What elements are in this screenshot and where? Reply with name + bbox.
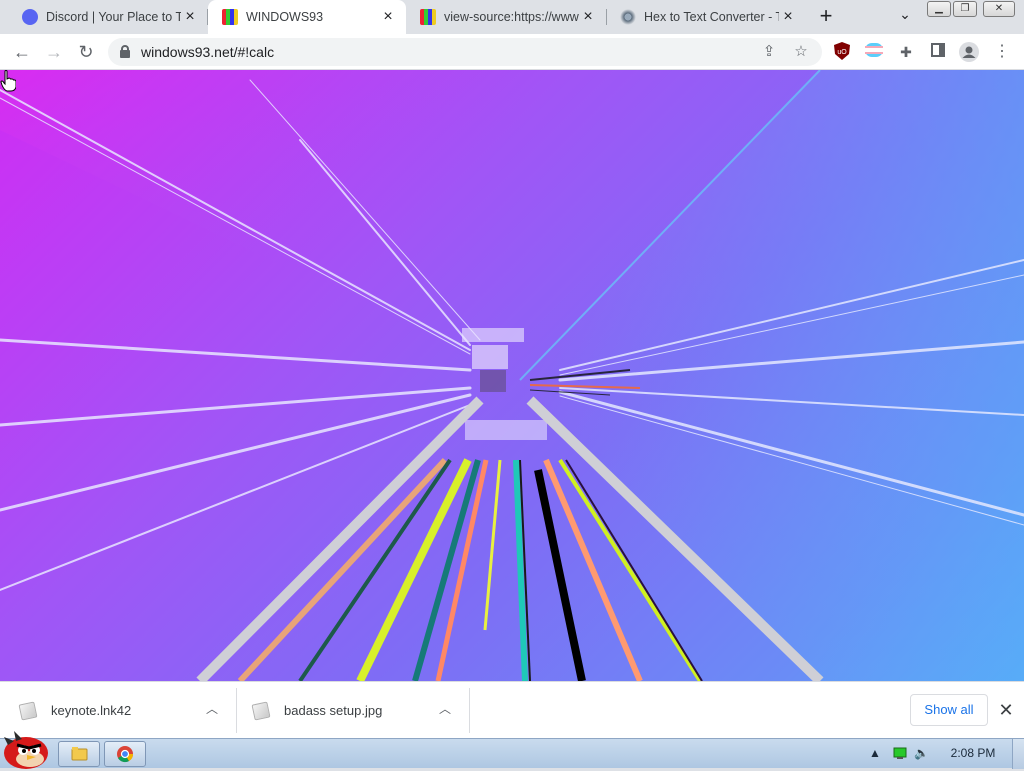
- close-icon[interactable]: ×: [182, 9, 198, 25]
- tab-discord[interactable]: Discord | Your Place to Talk and Hang Ou…: [8, 0, 208, 34]
- close-icon[interactable]: ×: [780, 9, 796, 25]
- windows93-icon: [420, 9, 436, 25]
- ublock-icon[interactable]: uO: [832, 42, 852, 62]
- close-icon[interactable]: ✕: [996, 700, 1016, 720]
- tab-hex-converter[interactable]: Hex to Text Converter - Tools ×: [606, 0, 806, 34]
- puzzle-icon[interactable]: ✚: [896, 42, 916, 62]
- taskbar: ▲ 🔈 2:08 PM: [0, 731, 1024, 769]
- sidebar-icon[interactable]: [928, 42, 948, 62]
- download-item[interactable]: badass setup.jpg: [251, 682, 382, 739]
- profile-icon[interactable]: [959, 42, 979, 62]
- file-icon: [18, 701, 38, 720]
- tab-strip: Discord | Your Place to Talk and Hang Ou…: [0, 0, 1024, 34]
- svg-text:uO: uO: [837, 49, 847, 56]
- folder-icon: [71, 747, 88, 761]
- tab-windows93[interactable]: WINDOWS93 ×: [208, 0, 406, 34]
- network-icon[interactable]: [893, 746, 907, 762]
- ufo-icon: [620, 9, 636, 25]
- tab-title: view-source:https://www.windows93.net: [444, 10, 579, 24]
- minimize-button[interactable]: ▁: [927, 1, 951, 17]
- chevron-up-icon[interactable]: ︿: [437, 701, 453, 717]
- page-canvas[interactable]: [0, 70, 1024, 681]
- bookmark-star-icon[interactable]: ☆: [791, 42, 811, 62]
- chevron-up-icon[interactable]: ︿: [204, 701, 220, 717]
- close-icon[interactable]: ×: [580, 9, 596, 25]
- show-desktop-button[interactable]: [1012, 739, 1024, 769]
- windows93-icon: [222, 9, 238, 25]
- new-tab-button[interactable]: +: [814, 5, 838, 29]
- download-filename[interactable]: keynote.lnk42: [51, 703, 131, 718]
- warp-lines-graphic: [0, 70, 1024, 681]
- reload-button[interactable]: ↻: [74, 41, 98, 63]
- close-window-button[interactable]: ✕: [983, 1, 1015, 17]
- menu-icon[interactable]: ⋮: [992, 42, 1012, 62]
- download-filename[interactable]: badass setup.jpg: [284, 703, 382, 718]
- download-bar: keynote.lnk42 ︿ badass setup.jpg ︿ Show …: [0, 681, 1024, 738]
- back-button[interactable]: ←: [10, 41, 34, 63]
- address-bar[interactable]: windows93.net/#!calc ⇪ ☆: [108, 38, 822, 66]
- lock-icon[interactable]: [120, 45, 130, 58]
- start-button-icon[interactable]: [2, 731, 50, 769]
- show-all-button[interactable]: Show all: [910, 694, 988, 726]
- download-divider: [469, 688, 470, 733]
- browser-toolbar: ← → ↻ windows93.net/#!calc ⇪ ☆ uO ✚ ⋮: [0, 34, 1024, 70]
- flag-icon[interactable]: [864, 42, 884, 62]
- volume-icon[interactable]: 🔈: [914, 746, 929, 762]
- clock[interactable]: 2:08 PM: [940, 746, 1006, 760]
- url-text[interactable]: windows93.net/#!calc: [141, 44, 274, 60]
- discord-icon: [22, 9, 38, 25]
- forward-button[interactable]: →: [42, 41, 66, 63]
- tab-title: Discord | Your Place to Talk and Hang Ou…: [46, 10, 181, 24]
- hand-cursor-icon: [0, 70, 16, 92]
- file-icon: [251, 701, 271, 720]
- tab-title: Hex to Text Converter - Tools: [644, 10, 779, 24]
- chrome-icon: [117, 746, 134, 763]
- share-icon[interactable]: ⇪: [759, 42, 779, 62]
- tray-expand-icon[interactable]: ▲: [869, 746, 881, 762]
- tab-title: WINDOWS93: [246, 10, 324, 24]
- download-divider: [236, 688, 237, 733]
- tab-view-source[interactable]: view-source:https://www.windows93.net ×: [406, 0, 606, 34]
- tab-search-chevron-icon[interactable]: ⌄: [894, 6, 916, 28]
- close-icon[interactable]: ×: [380, 9, 396, 25]
- explorer-taskbar-button[interactable]: [58, 741, 100, 767]
- restore-button[interactable]: ❐: [953, 1, 977, 17]
- chrome-taskbar-button[interactable]: [104, 741, 146, 767]
